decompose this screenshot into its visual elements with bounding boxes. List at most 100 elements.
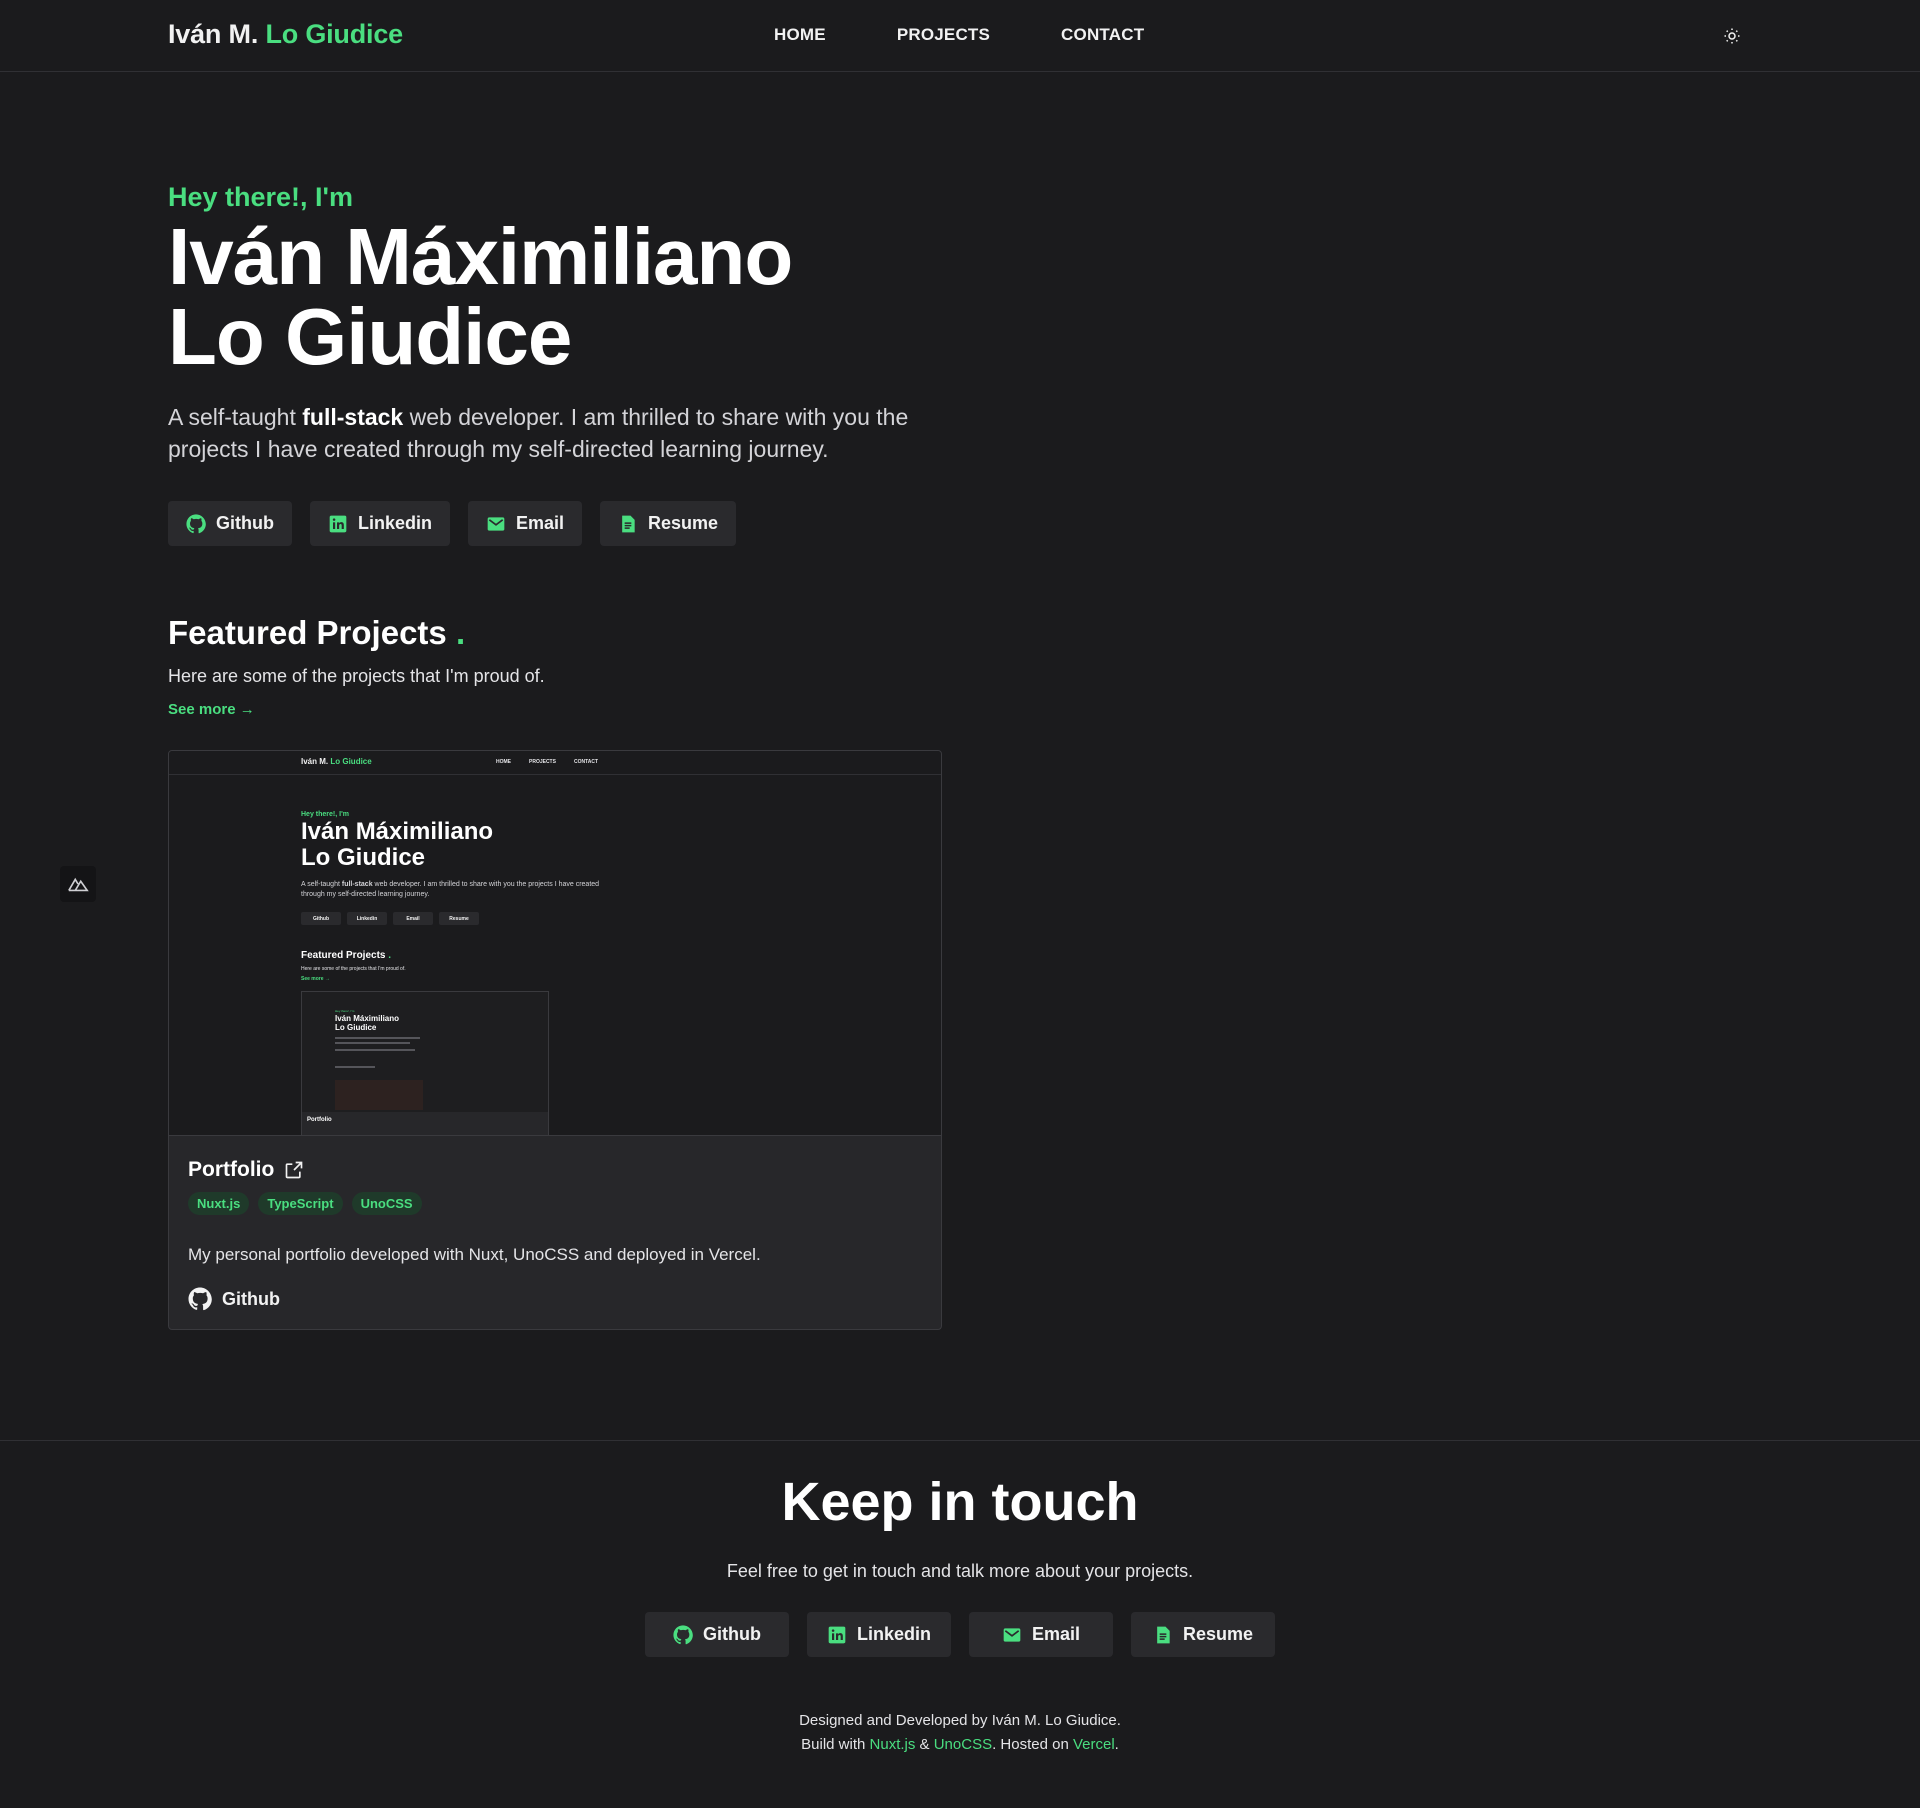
contact-title: Keep in touch: [781, 1472, 1139, 1532]
nuxt-devtools-button[interactable]: [60, 866, 96, 902]
project-title-link[interactable]: Portfolio: [188, 1158, 274, 1182]
project-github-link[interactable]: Github: [188, 1287, 280, 1311]
mock-featured-title: Featured Projects .: [301, 950, 391, 961]
mock2-name-line1: Iván Máximiliano: [335, 1014, 400, 1023]
mock-see-more: See more →: [301, 976, 330, 982]
brand-last-name: Lo Giudice: [265, 19, 403, 49]
hero-social-buttons: Github Linkedin Email Resume: [168, 501, 968, 546]
contact-email-button[interactable]: Email: [969, 1612, 1113, 1657]
mock-nav-link: CONTACT: [573, 759, 599, 765]
mock-featured-text: Featured Projects: [301, 950, 386, 961]
nav-contact-link[interactable]: CONTACT: [1061, 25, 1144, 45]
contact-github-button[interactable]: Github: [645, 1612, 789, 1657]
top-nav: Iván M. Lo Giudice HOME PROJECTS CONTACT: [0, 0, 1920, 72]
unocss-link[interactable]: UnoCSS: [934, 1736, 992, 1753]
hero-github-button[interactable]: Github: [168, 501, 292, 546]
contact-section: Keep in touch Feel free to get in touch …: [0, 1440, 1920, 1808]
contact-social-buttons: Github Linkedin Email Resume: [0, 1612, 1920, 1657]
contact-subtitle: Feel free to get in touch and talk more …: [726, 1561, 1194, 1581]
featured-title-text: Featured Projects: [168, 614, 447, 651]
nav-home-link[interactable]: HOME: [774, 25, 826, 45]
mock2-name: Iván Máximiliano Lo Giudice: [335, 1014, 399, 1032]
mock-featured-dot: .: [388, 950, 392, 961]
featured-section: Featured Projects . Here are some of the…: [168, 614, 968, 719]
hero-name: Iván Máximiliano Lo Giudice: [168, 217, 968, 377]
mock-desc-highlight: full-stack: [341, 881, 373, 888]
hero-email-button[interactable]: Email: [468, 501, 583, 546]
hero-description: A self-taught full-stack web developer. …: [168, 401, 928, 465]
mock2-project-title: Portfolio: [307, 1117, 332, 1123]
brand-logo[interactable]: Iván M. Lo Giudice: [168, 19, 403, 50]
mock-buttons: Github Linkedin Email Resume: [301, 912, 479, 925]
mock-name-line2: Lo Giudice: [301, 844, 426, 871]
project-description: My personal portfolio developed with Nux…: [188, 1245, 761, 1264]
nuxt-link[interactable]: Nuxt.js: [870, 1736, 916, 1753]
mock-brand-last: Lo Giudice: [330, 757, 372, 766]
button-label: Linkedin: [856, 1624, 931, 1644]
button-label: Linkedin: [357, 513, 432, 533]
mock2-name-line2: Lo Giudice: [335, 1023, 377, 1032]
mock-nav-links: HOME PROJECTS CONTACT: [496, 759, 598, 765]
mock-nav-link: PROJECTS: [529, 759, 556, 765]
button-label: Email: [1031, 1624, 1081, 1644]
featured-subtitle: Here are some of the projects that I'm p…: [168, 666, 545, 686]
github-icon: [186, 513, 206, 533]
project-card: Iván M. Lo Giudice HOME PROJECTS CONTACT…: [168, 750, 942, 1330]
theme-toggle-button[interactable]: [1720, 24, 1744, 48]
credits-text: Build with: [801, 1736, 870, 1753]
hero-resume-button[interactable]: Resume: [600, 501, 737, 546]
external-link-icon[interactable]: [284, 1160, 304, 1180]
nav-projects-link[interactable]: PROJECTS: [897, 25, 990, 45]
button-label: Resume: [1182, 1624, 1254, 1644]
mock-button: Resume: [439, 912, 479, 925]
hero-name-line1: Iván Máximiliano: [168, 212, 793, 301]
credits-line2: Build with Nuxt.js & UnoCSS. Hosted on V…: [0, 1733, 1920, 1757]
project-tag: TypeScript: [258, 1192, 343, 1215]
hero-desc-highlight: full-stack: [302, 404, 404, 430]
mock-name: Iván Máximiliano Lo Giudice: [301, 819, 493, 871]
mock2-image: [335, 1080, 423, 1110]
mock-brand-first: Iván M.: [301, 757, 329, 766]
featured-title: Featured Projects .: [168, 614, 968, 652]
credits-text: &: [915, 1736, 934, 1753]
mock-name-line1: Iván Máximiliano: [301, 818, 494, 845]
hero-desc-part: A self-taught: [168, 404, 303, 430]
mock2-text-line: [335, 1042, 410, 1044]
mock-nav: Iván M. Lo Giudice HOME PROJECTS CONTACT: [169, 751, 941, 775]
mock-button: Email: [393, 912, 433, 925]
linkedin-icon: [329, 515, 347, 532]
contact-linkedin-button[interactable]: Linkedin: [807, 1612, 951, 1657]
featured-title-dot: .: [455, 614, 466, 651]
mock-featured-subtitle: Here are some of the projects that I'm p…: [301, 966, 406, 972]
sun-icon: [1724, 28, 1740, 44]
project-title: Portfolio: [188, 1158, 922, 1182]
project-screenshot-mockup: Iván M. Lo Giudice HOME PROJECTS CONTACT…: [169, 751, 941, 1135]
hero-linkedin-button[interactable]: Linkedin: [309, 501, 450, 546]
mock-nav-link: HOME: [496, 759, 511, 765]
mock2-text-line: [335, 1066, 375, 1068]
resume-icon: [622, 515, 635, 532]
mock-button: Github: [301, 912, 341, 925]
mock-desc-part: A self-taught: [301, 881, 342, 888]
project-tag: UnoCSS: [351, 1192, 422, 1215]
project-screenshot: Iván M. Lo Giudice HOME PROJECTS CONTACT…: [169, 751, 941, 1136]
resume-icon: [1157, 1626, 1170, 1643]
email-icon: [487, 516, 505, 531]
credits-text: .: [1114, 1736, 1119, 1753]
contact-resume-button[interactable]: Resume: [1131, 1612, 1275, 1657]
project-card-body: Portfolio Nuxt.js TypeScript UnoCSS My p…: [169, 1136, 941, 1329]
mock-description: A self-taught full-stack web developer. …: [301, 880, 601, 900]
see-more-link[interactable]: See more →: [168, 701, 255, 718]
email-icon: [1003, 1627, 1021, 1642]
mock-greeting: Hey there!, I'm: [301, 811, 349, 818]
linkedin-icon: [828, 1626, 846, 1643]
button-label: Github: [703, 1624, 761, 1644]
button-label: Email: [516, 513, 565, 533]
hero-section: Hey there!, I'm Iván Máximiliano Lo Giud…: [168, 182, 968, 546]
hero-name-line2: Lo Giudice: [168, 292, 572, 381]
mock2-text-line: [335, 1049, 415, 1051]
vercel-link[interactable]: Vercel: [1073, 1736, 1115, 1753]
mock2-text-line: [335, 1037, 420, 1039]
mock-brand: Iván M. Lo Giudice: [301, 757, 372, 766]
credits-line1: Designed and Developed by Iván M. Lo Giu…: [799, 1712, 1121, 1729]
